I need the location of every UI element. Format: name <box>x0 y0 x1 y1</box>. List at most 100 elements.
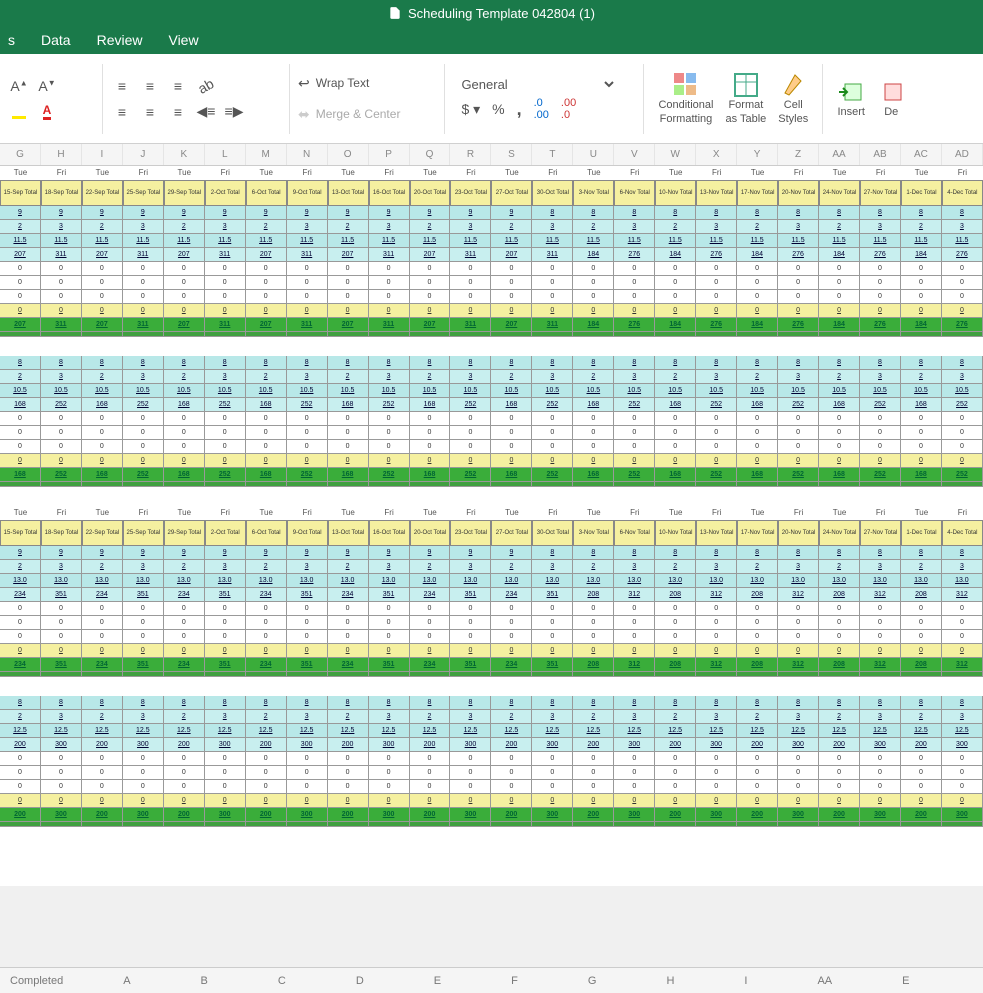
cell[interactable]: 2 <box>246 220 287 234</box>
cell[interactable]: 0 <box>614 616 655 630</box>
cell[interactable]: 2 <box>573 370 614 384</box>
cell[interactable]: 234 <box>246 588 287 602</box>
cell[interactable]: 8 <box>41 356 82 370</box>
cell[interactable]: Tue <box>655 166 696 180</box>
cell[interactable]: 300 <box>532 738 573 752</box>
cell[interactable]: 13.0 <box>450 574 491 588</box>
cell[interactable]: 312 <box>942 658 983 672</box>
cell[interactable]: 0 <box>123 412 164 426</box>
cell[interactable]: 351 <box>369 588 410 602</box>
cell[interactable]: 312 <box>942 588 983 602</box>
cell[interactable]: 13.0 <box>614 574 655 588</box>
cell[interactable]: 0 <box>246 454 287 468</box>
cell[interactable]: 351 <box>287 658 328 672</box>
cell[interactable]: 0 <box>369 616 410 630</box>
cell[interactable]: 0 <box>696 426 737 440</box>
cell[interactable]: 0 <box>737 276 778 290</box>
cell[interactable]: Tue <box>82 166 123 180</box>
cell[interactable]: 2 <box>655 710 696 724</box>
percent-button[interactable]: % <box>492 101 504 117</box>
cell[interactable]: 0 <box>614 426 655 440</box>
cell[interactable]: 13.0 <box>410 574 451 588</box>
cell[interactable]: 0 <box>532 616 573 630</box>
cell[interactable]: 234 <box>246 658 287 672</box>
cell[interactable]: 2 <box>328 370 369 384</box>
cell[interactable]: 8 <box>410 696 451 710</box>
cell[interactable]: 0 <box>82 766 123 780</box>
cell[interactable]: 3 <box>778 710 819 724</box>
cell[interactable]: 0 <box>942 794 983 808</box>
cell[interactable]: Fri <box>696 166 737 180</box>
cell[interactable]: 351 <box>532 658 573 672</box>
cell[interactable]: 207 <box>328 248 369 262</box>
cell[interactable]: 300 <box>696 808 737 822</box>
cell[interactable]: 0 <box>123 304 164 318</box>
cell[interactable]: 12.5 <box>41 724 82 738</box>
cell[interactable]: 252 <box>532 468 573 482</box>
cell[interactable]: 312 <box>778 658 819 672</box>
cell[interactable]: 184 <box>819 248 860 262</box>
cell[interactable]: 0 <box>0 602 41 616</box>
cell[interactable]: 9 <box>0 206 41 220</box>
cell[interactable]: 0 <box>0 616 41 630</box>
cell[interactable]: 13.0 <box>737 574 778 588</box>
cell[interactable]: 11.5 <box>614 234 655 248</box>
cell[interactable]: 0 <box>369 426 410 440</box>
cell[interactable]: 0 <box>860 794 901 808</box>
cell[interactable]: 2 <box>0 370 41 384</box>
cell[interactable]: 200 <box>328 808 369 822</box>
cell[interactable]: 276 <box>696 318 737 332</box>
cell[interactable]: 207 <box>246 318 287 332</box>
cell[interactable]: 0 <box>696 752 737 766</box>
cell[interactable]: 0 <box>82 630 123 644</box>
merge-center-button[interactable]: ⬌Merge & Center <box>298 106 400 123</box>
align-left-button[interactable]: ≡ <box>111 101 133 123</box>
cell[interactable]: 0 <box>205 412 246 426</box>
cell[interactable]: 1-Dec Total <box>901 180 942 206</box>
cell[interactable]: 168 <box>0 398 41 412</box>
cell[interactable]: 0 <box>246 426 287 440</box>
cell[interactable]: 22-Sep Total <box>82 520 123 546</box>
cell[interactable]: 2 <box>82 220 123 234</box>
cell[interactable]: 252 <box>123 398 164 412</box>
cell[interactable]: 0 <box>450 644 491 658</box>
cell[interactable]: 0 <box>614 794 655 808</box>
cell[interactable]: 0 <box>287 440 328 454</box>
column-header[interactable]: Y <box>737 144 778 165</box>
cell[interactable]: 27-Nov Total <box>860 520 901 546</box>
cell[interactable]: Tue <box>655 506 696 520</box>
column-header[interactable]: K <box>164 144 205 165</box>
cell[interactable]: 0 <box>41 276 82 290</box>
cell[interactable]: 8 <box>287 356 328 370</box>
cell[interactable]: 11.5 <box>737 234 778 248</box>
cell[interactable]: 12.5 <box>819 724 860 738</box>
cell[interactable]: 168 <box>901 398 942 412</box>
cell[interactable]: 0 <box>491 440 532 454</box>
cell[interactable]: 8 <box>860 206 901 220</box>
cell[interactable]: 10.5 <box>532 384 573 398</box>
cell[interactable]: 0 <box>737 412 778 426</box>
cell[interactable]: 0 <box>205 644 246 658</box>
cell[interactable]: 0 <box>450 766 491 780</box>
increase-decimal-button[interactable]: .0.00 <box>534 97 549 121</box>
cell[interactable]: 8 <box>860 696 901 710</box>
cell[interactable]: 2 <box>901 710 942 724</box>
cell[interactable]: 3 <box>614 560 655 574</box>
cell[interactable]: Tue <box>819 506 860 520</box>
cell[interactable]: 0 <box>205 630 246 644</box>
cell[interactable]: 0 <box>164 780 205 794</box>
cell[interactable]: 276 <box>778 248 819 262</box>
column-header[interactable]: J <box>123 144 164 165</box>
cell[interactable]: 0 <box>655 304 696 318</box>
cell[interactable]: 0 <box>778 412 819 426</box>
cell[interactable]: Fri <box>450 166 491 180</box>
cell[interactable]: 3 <box>778 220 819 234</box>
cell[interactable]: 208 <box>655 658 696 672</box>
cell[interactable]: 13.0 <box>369 574 410 588</box>
cell[interactable]: 0 <box>0 794 41 808</box>
cell[interactable]: 0 <box>410 602 451 616</box>
cell[interactable]: 0 <box>491 262 532 276</box>
cell[interactable]: 0 <box>614 752 655 766</box>
cell[interactable]: 0 <box>860 644 901 658</box>
cell[interactable]: 10-Nov Total <box>655 520 696 546</box>
